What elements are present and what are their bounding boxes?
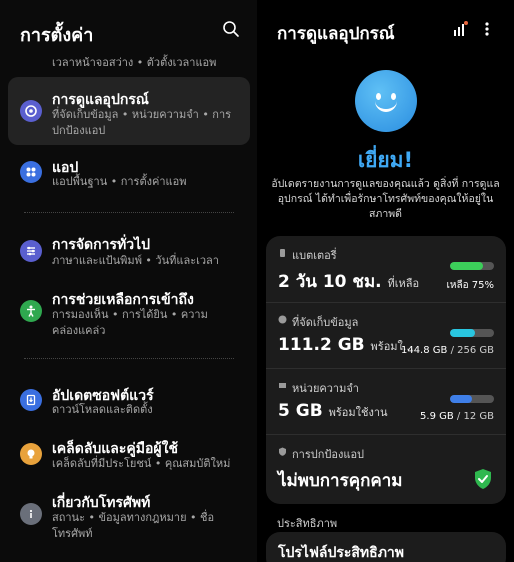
device-care-panel: การดูแลอุปกรณ์ เยี่ยม! อัปเดตรายงานการดู… xyxy=(257,0,514,562)
settings-title: การตั้งค่า xyxy=(20,25,94,46)
memory-row[interactable]: หน่วยความจำ 5 GB พร้อมใช้งาน 5.9 GB / 12… xyxy=(266,368,506,434)
memory-level-bar xyxy=(450,395,494,403)
settings-item-tips[interactable]: เคล็ดลับและคู่มือผู้ใช้ เคล็ดลับที่มีประ… xyxy=(8,434,250,480)
smiley-face-icon xyxy=(355,70,417,132)
app-protection-row[interactable]: การปกป้องแอป ไม่พบการคุกคาม xyxy=(266,434,506,504)
more-options-icon[interactable] xyxy=(483,20,491,38)
apps-icon xyxy=(20,161,42,183)
settings-item-subtitle: ดาวน์โหลดและติดตั้ง xyxy=(52,403,153,416)
app-protection-label: การปกป้องแอป xyxy=(292,448,365,461)
settings-item-accessibility[interactable]: การช่วยเหลือการเข้าถึง การมองเห็น • การไ… xyxy=(8,283,250,343)
settings-item-subtitle: แอปพื้นฐาน • การตั้งค่าแอพ xyxy=(52,175,187,188)
battery-icon xyxy=(280,249,285,257)
accessibility-icon xyxy=(20,300,42,322)
settings-item-subtitle: ที่จัดเก็บข้อมูล • หน่วยความจำ • การปกป้… xyxy=(52,108,232,137)
storage-label: ที่จัดเก็บข้อมูล xyxy=(292,316,359,329)
section-divider xyxy=(24,212,234,213)
lightbulb-icon xyxy=(20,443,42,465)
settings-item-general-management[interactable]: การจัดการทั่วไป ภาษาและแป้นพิมพ์ • วันที… xyxy=(8,229,250,275)
memory-icon xyxy=(279,383,286,388)
battery-row[interactable]: แบตเตอรี่ 2 วัน 10 ชม. ที่เหลือ เหลือ 75… xyxy=(266,236,506,302)
battery-value: 2 วัน 10 ชม. ที่เหลือ xyxy=(278,272,420,292)
device-care-summary-card: แบตเตอรี่ 2 วัน 10 ชม. ที่เหลือ เหลือ 75… xyxy=(266,236,506,504)
settings-item-apps[interactable]: แอป แอปพื้นฐาน • การตั้งค่าแอพ xyxy=(8,150,250,200)
device-care-title: การดูแลอุปกรณ์ xyxy=(277,24,395,44)
software-update-icon xyxy=(20,389,42,411)
device-care-icon xyxy=(20,100,42,122)
section-divider xyxy=(24,358,234,359)
storage-usage: 144.8 GB / 256 GB xyxy=(400,345,494,356)
battery-level-bar xyxy=(450,262,494,270)
memory-label: หน่วยความจำ xyxy=(292,382,359,395)
search-icon[interactable] xyxy=(222,20,240,38)
settings-item-about-phone[interactable]: เกี่ยวกับโทรศัพท์ สถานะ • ข้อมูลทางกฎหมา… xyxy=(8,488,250,548)
performance-profile-card[interactable]: โปรไฟล์ประสิทธิภาพ xyxy=(266,532,506,562)
sliders-icon xyxy=(20,240,42,262)
shield-check-icon xyxy=(475,469,491,489)
storage-icon xyxy=(278,315,287,324)
memory-value: 5 GB พร้อมใช้งาน xyxy=(278,401,388,421)
app-protection-value: ไม่พบการคุกคาม xyxy=(278,471,403,491)
settings-item-device-care[interactable]: การดูแลอุปกรณ์ ที่จัดเก็บข้อมูล • หน่วยค… xyxy=(8,77,250,145)
settings-item-subtitle: การมองเห็น • การได้ยิน • ความคล่องแคล่ว xyxy=(52,308,208,337)
shield-small-icon xyxy=(279,447,286,456)
battery-percent: เหลือ 75% xyxy=(446,280,494,291)
settings-item-software-update[interactable]: อัปเดตซอฟต์แวร์ ดาวน์โหลดและติดตั้ง xyxy=(8,380,250,426)
settings-item-subtitle: เคล็ดลับที่มีประโยชน์ • คุณสมบัติใหม่ xyxy=(52,457,231,470)
storage-row[interactable]: ที่จัดเก็บข้อมูล 111.2 GB พร้อมใ... 144.… xyxy=(266,302,506,368)
battery-label: แบตเตอรี่ xyxy=(292,249,337,262)
performance-profile-title: โปรไฟล์ประสิทธิภาพ xyxy=(278,545,405,561)
settings-item-subtitle: สถานะ • ข้อมูลทางกฎหมาย • ชื่อโทรศัพท์ xyxy=(52,511,215,540)
storage-value: 111.2 GB พร้อมใ... xyxy=(278,335,414,355)
device-status-text: เยี่ยม! xyxy=(357,148,414,172)
device-care-description: อัปเดตรายงานการดูแลของคุณแล้ว ดูสิ่งที่ … xyxy=(271,178,500,220)
screen-time-subtitle: เวลาหน้าจอสว่าง • ตัวตั้งเวลาแอพ xyxy=(52,56,217,69)
bar-chart-icon[interactable] xyxy=(453,20,469,38)
storage-level-bar xyxy=(450,329,494,337)
settings-panel: การตั้งค่า เวลาหน้าจอสว่าง • ตัวตั้งเวลา… xyxy=(0,0,257,562)
performance-section-label: ประสิทธิภาพ xyxy=(277,517,338,530)
settings-item-subtitle: ภาษาและแป้นพิมพ์ • วันที่และเวลา xyxy=(52,254,219,267)
memory-usage: 5.9 GB / 12 GB xyxy=(420,411,494,422)
info-icon xyxy=(20,503,42,525)
